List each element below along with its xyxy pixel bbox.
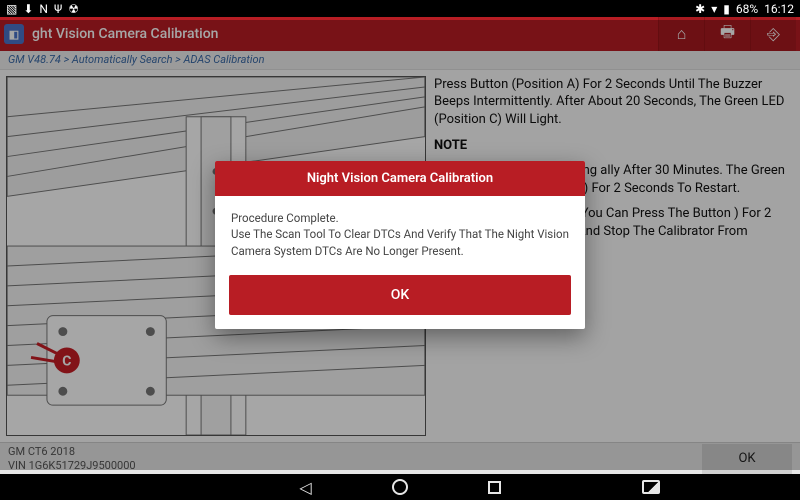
screenshot-icon [642, 480, 660, 494]
wifi-icon: ▾ [711, 3, 717, 15]
recent-icon [488, 481, 501, 494]
modal-overlay: Night Vision Camera Calibration Procedur… [0, 20, 800, 470]
nav-home-button[interactable] [392, 479, 408, 495]
battery-icon: ▮ [723, 3, 730, 15]
android-status-bar: ▧ ⬇ N Ψ ☢ ✱ ▾ ▮ 68% 16:12 [0, 0, 800, 17]
dialog-line2: Use The Scan Tool To Clear DTCs And Veri… [231, 226, 569, 258]
nav-recent-button[interactable] [488, 481, 501, 494]
dialog-ok-label: OK [391, 287, 410, 303]
dialog-title: Night Vision Camera Calibration [215, 161, 585, 196]
dialog: Night Vision Camera Calibration Procedur… [215, 161, 585, 328]
home-circle-icon [392, 479, 408, 495]
dialog-body: Procedure Complete. Use The Scan Tool To… [215, 196, 585, 268]
status-left-icons: ▧ ⬇ N Ψ ☢ [6, 3, 79, 15]
dialog-ok-button[interactable]: OK [229, 275, 571, 315]
android-nav-bar: ◁ [0, 474, 800, 500]
bug-icon: ☢ [68, 3, 79, 15]
bluetooth-icon: ✱ [695, 3, 705, 15]
status-right-icons: ✱ ▾ ▮ 68% 16:12 [695, 3, 794, 15]
download-icon: ⬇ [23, 3, 33, 15]
app-root: ▧ ⬇ N Ψ ☢ ✱ ▾ ▮ 68% 16:12 ◧ ght Vision C… [0, 0, 800, 500]
nav-screenshot-button[interactable] [642, 480, 660, 494]
usb-icon: Ψ [54, 3, 62, 15]
dialog-line1: Procedure Complete. [231, 210, 569, 226]
dialog-ok-wrap: OK [215, 269, 585, 329]
nav-back-button[interactable]: ◁ [299, 478, 311, 497]
image-icon: ▧ [6, 3, 17, 15]
battery-pct: 68% [736, 3, 758, 15]
back-icon: ◁ [299, 478, 311, 497]
clock: 16:12 [764, 3, 794, 15]
n-icon: N [39, 3, 48, 15]
